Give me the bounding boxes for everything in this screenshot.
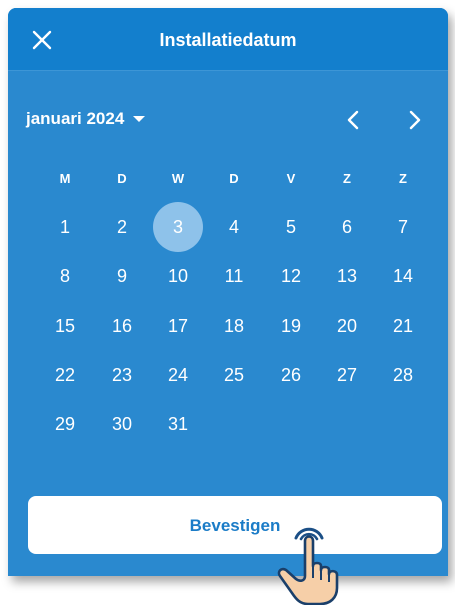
day-cell[interactable]: 31	[153, 399, 203, 449]
day-cell[interactable]: 24	[153, 350, 203, 400]
dialog-title: Installatiedatum	[159, 30, 297, 50]
day-cell[interactable]: 28	[378, 350, 428, 400]
day-cell[interactable]: 22	[40, 350, 90, 400]
month-year-label: januari 2024	[26, 109, 125, 128]
month-year-dropdown[interactable]: januari 2024	[26, 109, 146, 129]
day-cell[interactable]: 14	[378, 251, 428, 301]
previous-month-button[interactable]	[342, 108, 366, 132]
day-cell-selected[interactable]: 3	[153, 202, 203, 252]
day-cell[interactable]: 10	[153, 251, 203, 301]
chevron-left-icon	[347, 110, 359, 130]
day-cell[interactable]: 19	[266, 301, 316, 351]
day-cell[interactable]: 11	[209, 251, 259, 301]
day-cell[interactable]: 16	[97, 301, 147, 351]
day-cell[interactable]: 21	[378, 301, 428, 351]
day-cell[interactable]: 13	[322, 251, 372, 301]
day-cell[interactable]: 12	[266, 251, 316, 301]
weekday-label: M	[59, 171, 71, 186]
screen: Installatiedatum januari 2024 MDWDVZZ 12…	[0, 0, 455, 605]
weekday-label: Z	[343, 171, 351, 186]
day-cell[interactable]: 17	[153, 301, 203, 351]
dialog-header: Installatiedatum	[8, 8, 448, 71]
confirm-button[interactable]: Bevestigen	[28, 496, 442, 554]
day-cell[interactable]: 5	[266, 202, 316, 252]
date-picker-dialog: Installatiedatum januari 2024 MDWDVZZ 12…	[8, 8, 448, 576]
day-cell[interactable]: 9	[97, 251, 147, 301]
day-cell[interactable]: 30	[97, 399, 147, 449]
day-cell[interactable]: 2	[97, 202, 147, 252]
next-month-button[interactable]	[402, 108, 426, 132]
weekday-label: W	[171, 171, 185, 186]
day-cell[interactable]: 7	[378, 202, 428, 252]
weekday-label: V	[286, 171, 296, 186]
caret-down-icon	[133, 116, 146, 122]
weekday-label: D	[229, 171, 239, 186]
weekday-label: Z	[399, 171, 407, 186]
day-cell[interactable]: 25	[209, 350, 259, 400]
day-cell[interactable]: 27	[322, 350, 372, 400]
chevron-right-icon	[409, 110, 421, 130]
day-cell[interactable]: 29	[40, 399, 90, 449]
day-cell[interactable]: 6	[322, 202, 372, 252]
weekday-label: D	[117, 171, 127, 186]
day-cell[interactable]: 26	[266, 350, 316, 400]
day-cell[interactable]: 18	[209, 301, 259, 351]
day-cell[interactable]: 8	[40, 251, 90, 301]
confirm-button-label: Bevestigen	[189, 516, 281, 535]
day-cell[interactable]: 20	[322, 301, 372, 351]
day-cell[interactable]: 1	[40, 202, 90, 252]
day-cell[interactable]: 15	[40, 301, 90, 351]
day-cell[interactable]: 23	[97, 350, 147, 400]
day-cell[interactable]: 4	[209, 202, 259, 252]
